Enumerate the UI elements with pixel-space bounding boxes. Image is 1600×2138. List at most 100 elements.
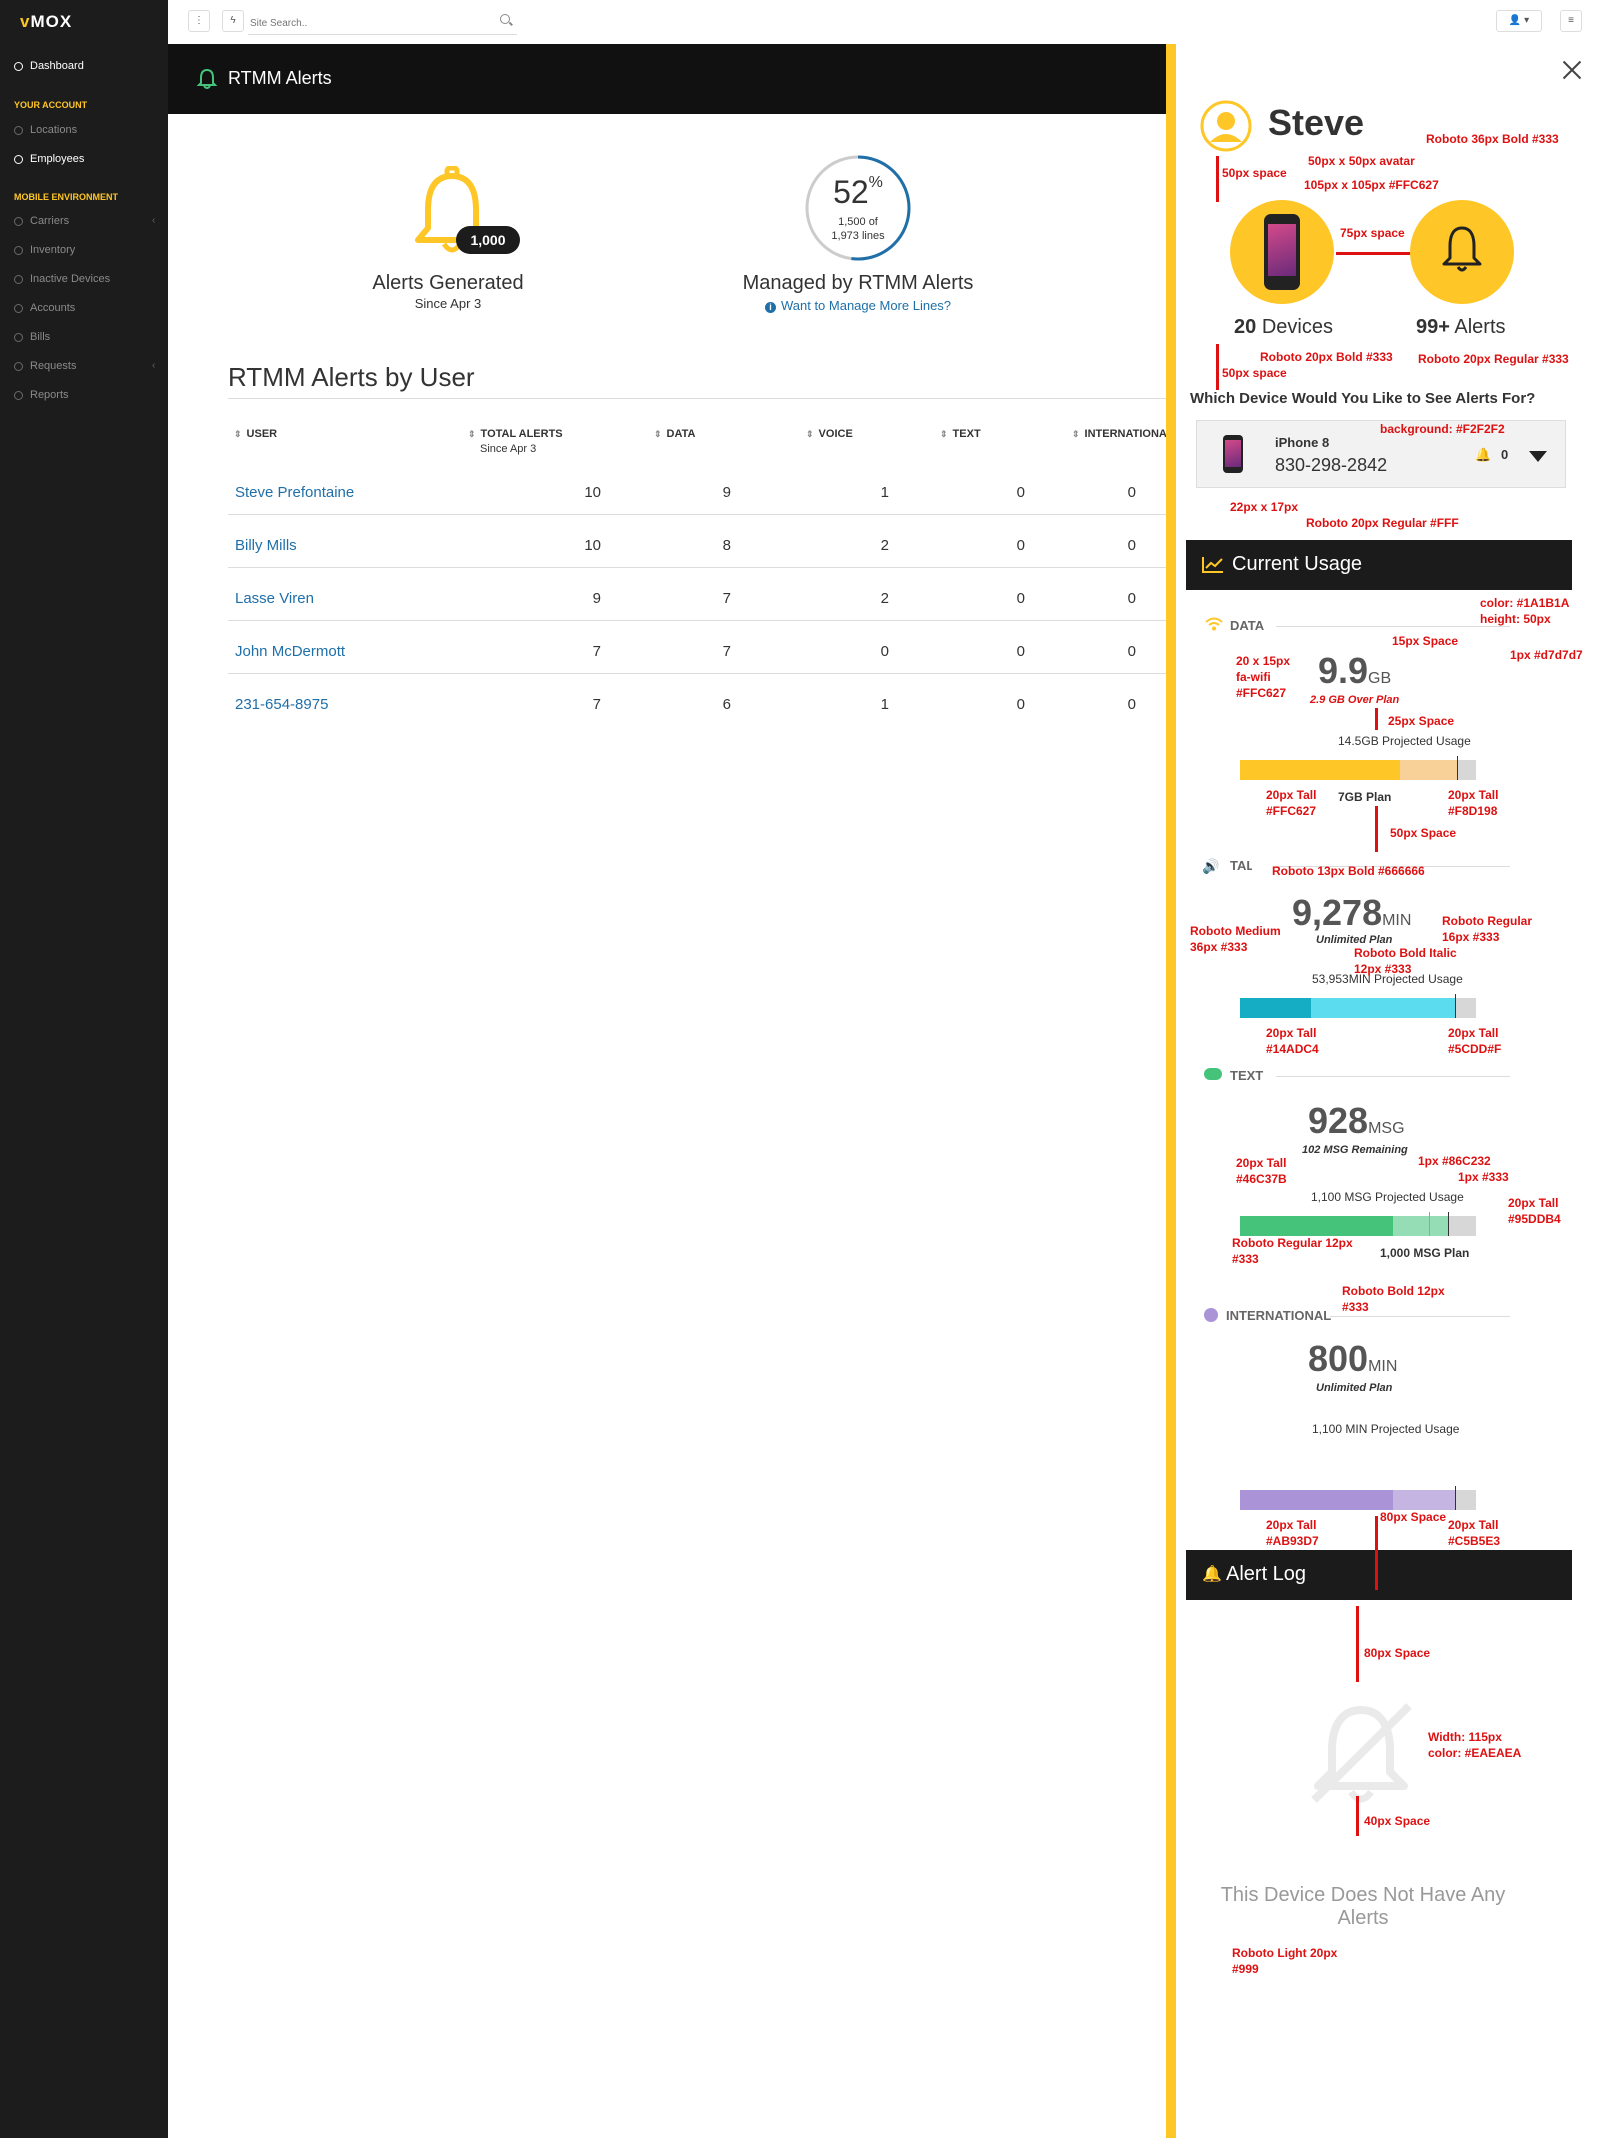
user-link[interactable]: Steve Prefontaine bbox=[235, 484, 354, 501]
sidebar-item-accounts[interactable]: Accounts bbox=[14, 302, 75, 314]
logo[interactable]: vMOX bbox=[20, 12, 72, 32]
sidebar-item-inactive-devices[interactable]: Inactive Devices bbox=[14, 273, 110, 285]
annotation: 75px space bbox=[1340, 226, 1405, 240]
cell-text: 0 bbox=[1016, 537, 1025, 554]
plan-marker bbox=[1428, 1212, 1430, 1236]
sort-icon: ⇕ bbox=[468, 429, 476, 439]
globe-icon bbox=[14, 125, 23, 135]
annotation: 80px Space bbox=[1364, 1646, 1431, 1660]
spec-arrow bbox=[1356, 1606, 1359, 1682]
text-label: TEXT bbox=[1230, 1068, 1264, 1083]
sidebar-item-dashboard[interactable]: Dashboard bbox=[14, 60, 84, 72]
spec-arrow bbox=[1216, 344, 1219, 390]
sidebar-section-mobile: MOBILE ENVIRONMENT bbox=[14, 192, 119, 202]
chart-line-icon bbox=[1202, 557, 1223, 573]
sidebar-item-reports[interactable]: Reports bbox=[14, 389, 69, 401]
sidebar-item-employees[interactable]: Employees bbox=[14, 153, 84, 165]
annotation: 20px Tall bbox=[1266, 1518, 1317, 1532]
col-header-voice[interactable]: ⇕ VOICE bbox=[806, 428, 853, 440]
chat-icon bbox=[1204, 1068, 1222, 1080]
international-usage-bar bbox=[1240, 1486, 1476, 1510]
talk-usage-bar bbox=[1240, 994, 1476, 1018]
device-name: iPhone 8 bbox=[1275, 435, 1330, 450]
user-link[interactable]: 231-654-8975 bbox=[235, 696, 328, 713]
panel-accent-border bbox=[1166, 44, 1176, 2138]
text-projected: 1,100 MSG Projected Usage bbox=[1311, 1190, 1464, 1204]
sort-icon: ⇕ bbox=[806, 429, 814, 439]
annotation: 50px Space bbox=[1390, 826, 1457, 840]
bell-icon: 🔔 bbox=[1475, 447, 1492, 462]
sidebar-item-carriers[interactable]: Carriers bbox=[14, 215, 69, 227]
manage-more-link[interactable]: i Want to Manage More Lines? bbox=[738, 298, 978, 313]
col-header-total-alerts[interactable]: ⇕ TOTAL ALERTS bbox=[468, 428, 563, 440]
hamburger-menu-button[interactable]: ≡ bbox=[1560, 10, 1582, 32]
table-row[interactable]: John McDermott 7 7 0 0 0 bbox=[228, 621, 1168, 674]
annotation: 1px #86C232 bbox=[1418, 1154, 1491, 1168]
reports-icon bbox=[14, 390, 23, 400]
annotation: 50px x 50px avatar bbox=[1308, 154, 1415, 168]
annotation: Width: 115px bbox=[1428, 1730, 1502, 1744]
dropdown-caret-icon[interactable] bbox=[1529, 451, 1547, 462]
table-row[interactable]: Billy Mills 10 8 2 0 0 bbox=[228, 515, 1168, 568]
sort-icon: ⇕ bbox=[940, 429, 948, 439]
divider bbox=[1330, 1316, 1510, 1317]
sidebar-item-requests[interactable]: Requests bbox=[14, 360, 76, 372]
divider bbox=[1276, 1076, 1510, 1077]
sidebar-item-inventory[interactable]: Inventory bbox=[14, 244, 75, 256]
inventory-icon bbox=[14, 245, 23, 255]
search-icon[interactable] bbox=[500, 14, 510, 24]
alerts-since-label: Since Apr 3 bbox=[414, 296, 482, 311]
sidebar: vMOX Dashboard YOUR ACCOUNT Locations Em… bbox=[0, 0, 168, 2138]
search-input[interactable] bbox=[248, 12, 517, 35]
annotation: 20px Tall bbox=[1448, 788, 1499, 802]
annotation: color: #EAEAEA bbox=[1428, 1746, 1522, 1760]
table-row[interactable]: Steve Prefontaine 10 9 1 0 0 bbox=[228, 462, 1168, 515]
managed-donut: 52% 1,500 of 1,973 lines bbox=[804, 154, 912, 262]
annotation: 16px #333 bbox=[1442, 930, 1500, 944]
menu-dots-button[interactable]: ⋮ bbox=[188, 10, 210, 32]
annotation: Roboto Bold Italic bbox=[1354, 946, 1457, 960]
annotation: background: #F2F2F2 bbox=[1380, 422, 1505, 436]
user-link[interactable]: Billy Mills bbox=[235, 537, 297, 554]
col-header-user[interactable]: ⇕ USER bbox=[234, 428, 277, 440]
cell-voice: 2 bbox=[880, 590, 889, 607]
col-header-data[interactable]: ⇕ DATA bbox=[654, 428, 695, 440]
cell-intl: 0 bbox=[1127, 643, 1136, 660]
annotation: Roboto Light 20px bbox=[1232, 1946, 1338, 1960]
sidebar-item-bills[interactable]: Bills bbox=[14, 331, 50, 343]
annotation: Roboto Regular 12px bbox=[1232, 1236, 1353, 1250]
cell-data: 9 bbox=[722, 484, 731, 501]
cell-text: 0 bbox=[1016, 484, 1025, 501]
international-value: 800MIN bbox=[1308, 1338, 1398, 1379]
sort-icon: ⇕ bbox=[234, 429, 242, 439]
col-header-international[interactable]: ⇕ INTERNATIONA bbox=[1072, 428, 1166, 440]
alert-log-header: 🔔 Alert Log bbox=[1186, 1550, 1572, 1600]
device-question: Which Device Would You Like to See Alert… bbox=[1190, 390, 1536, 407]
annotation: #14ADC4 bbox=[1266, 1042, 1319, 1056]
avatar-icon bbox=[1200, 100, 1252, 152]
cell-voice: 0 bbox=[880, 643, 889, 660]
bar-used bbox=[1240, 1490, 1394, 1510]
sidebar-item-locations[interactable]: Locations bbox=[14, 124, 77, 136]
phone-icon bbox=[1223, 435, 1243, 473]
bar-used bbox=[1240, 1216, 1394, 1236]
bar-used bbox=[1240, 998, 1311, 1018]
alerts-count: 99+ Alerts bbox=[1416, 316, 1506, 338]
bills-icon bbox=[14, 332, 23, 342]
device-number: 830-298-2842 bbox=[1275, 455, 1388, 475]
spec-arrow bbox=[1375, 708, 1378, 730]
close-icon[interactable] bbox=[1560, 58, 1584, 82]
table-row[interactable]: Lasse Viren 9 7 2 0 0 bbox=[228, 568, 1168, 621]
info-icon: i bbox=[764, 302, 776, 313]
user-link[interactable]: Lasse Viren bbox=[235, 590, 314, 607]
annotation: #F8D198 bbox=[1448, 804, 1498, 818]
annotation: Roboto 20px Regular #FFF bbox=[1306, 516, 1459, 530]
user-menu-button[interactable]: 👤 ▾ bbox=[1496, 10, 1542, 32]
col-header-text[interactable]: ⇕ TEXT bbox=[940, 428, 981, 440]
user-link[interactable]: John McDermott bbox=[235, 643, 345, 660]
table-row[interactable]: 231-654-8975 7 6 1 0 0 bbox=[228, 674, 1168, 726]
annotation: 15px Space bbox=[1392, 634, 1459, 648]
divider bbox=[1276, 626, 1510, 627]
flash-button[interactable]: ϟ bbox=[222, 10, 244, 32]
managed-of: 1,500 of bbox=[838, 216, 878, 228]
